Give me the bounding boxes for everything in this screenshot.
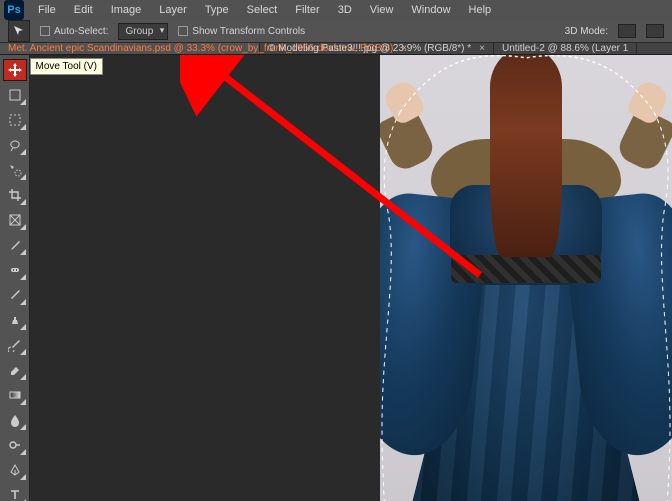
- menu-window[interactable]: Window: [403, 0, 458, 20]
- move-tool[interactable]: Move Tool (V): [3, 59, 27, 81]
- ps-logo: Ps: [4, 0, 24, 20]
- document-tab-3-label: Untitled-2 @ 88.6% (Layer 1: [502, 43, 628, 54]
- lasso-tool[interactable]: [3, 134, 27, 156]
- pen-tool[interactable]: [3, 459, 27, 481]
- checkbox-icon: [178, 26, 188, 36]
- menu-type[interactable]: Type: [197, 0, 237, 20]
- document-tab-3[interactable]: Untitled-2 @ 88.6% (Layer 1: [494, 43, 637, 54]
- move-tool-options-icon[interactable]: [8, 20, 30, 42]
- document-tab-1[interactable]: Met. Ancient epic Scandinavians.psd @ 33…: [0, 43, 260, 54]
- menu-help[interactable]: Help: [461, 0, 500, 20]
- mode-3d-label: 3D Mode:: [565, 26, 608, 37]
- gradient-tool[interactable]: [3, 384, 27, 406]
- clone-stamp-tool[interactable]: [3, 309, 27, 331]
- menu-file[interactable]: File: [30, 0, 64, 20]
- show-transform-checkbox[interactable]: Show Transform Controls: [178, 26, 305, 37]
- menu-edit[interactable]: Edit: [66, 0, 101, 20]
- auto-select-value: Group: [125, 26, 153, 37]
- menu-select[interactable]: Select: [239, 0, 286, 20]
- show-transform-label: Show Transform Controls: [192, 26, 305, 37]
- crop-tool[interactable]: [3, 184, 27, 206]
- dodge-tool[interactable]: [3, 434, 27, 456]
- brush-tool[interactable]: [3, 284, 27, 306]
- history-brush-tool[interactable]: [3, 334, 27, 356]
- auto-select-checkbox[interactable]: Auto-Select:: [40, 26, 108, 37]
- artboard-tool[interactable]: [3, 84, 27, 106]
- menu-image[interactable]: Image: [103, 0, 150, 20]
- menu-layer[interactable]: Layer: [151, 0, 195, 20]
- auto-select-label: Auto-Select:: [54, 26, 108, 37]
- eraser-tool[interactable]: [3, 359, 27, 381]
- menu-bar: Ps File Edit Image Layer Type Select Fil…: [0, 0, 672, 20]
- mode-3d-icon-1[interactable]: [618, 24, 636, 38]
- blur-tool[interactable]: [3, 409, 27, 431]
- document-tab-2-label: © Modeling Paste3!!!.jpg @ 23.9% (RGB/8*…: [268, 43, 471, 54]
- frame-tool[interactable]: [3, 209, 27, 231]
- main-area: Move Tool (V) ⋯: [0, 55, 672, 501]
- menu-filter[interactable]: Filter: [287, 0, 327, 20]
- marquee-tool[interactable]: [3, 109, 27, 131]
- menu-view[interactable]: View: [362, 0, 402, 20]
- eyedropper-tool[interactable]: [3, 234, 27, 256]
- type-tool[interactable]: [3, 484, 27, 501]
- auto-select-dropdown[interactable]: Group: [118, 23, 168, 40]
- checkbox-icon: [40, 26, 50, 36]
- move-tool-tooltip: Move Tool (V): [30, 58, 104, 75]
- figure-hair: [490, 55, 562, 257]
- menu-3d[interactable]: 3D: [330, 0, 360, 20]
- options-bar: Auto-Select: Group Show Transform Contro…: [0, 20, 672, 43]
- close-icon[interactable]: ×: [479, 43, 485, 54]
- document-tab-bar: Met. Ancient epic Scandinavians.psd @ 33…: [0, 43, 672, 55]
- options-3d-group: 3D Mode:: [565, 24, 664, 38]
- healing-brush-tool[interactable]: [3, 259, 27, 281]
- photoshop-window: Ps File Edit Image Layer Type Select Fil…: [0, 0, 672, 501]
- figure-belt: [451, 255, 601, 283]
- mode-3d-icon-2[interactable]: [646, 24, 664, 38]
- quick-selection-tool[interactable]: [3, 159, 27, 181]
- ps-logo-text: Ps: [7, 4, 20, 16]
- document-canvas[interactable]: [30, 55, 672, 501]
- document-tab-2[interactable]: © Modeling Paste3!!!.jpg @ 23.9% (RGB/8*…: [260, 43, 494, 54]
- tools-panel: Move Tool (V) ⋯: [0, 55, 30, 501]
- canvas-image: [380, 55, 672, 501]
